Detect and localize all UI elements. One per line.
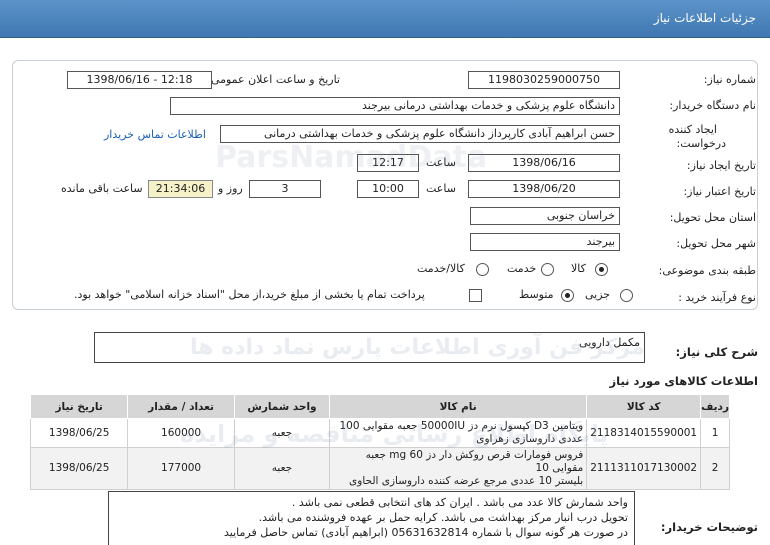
process-type-label: نوع فرآیند خرید : — [678, 291, 756, 304]
table-row[interactable]: 1 2118314015590001 ویتامین D3 کپسول نرم … — [29, 418, 730, 448]
category-option-goods-service: کالا/خدمت — [417, 262, 465, 275]
validity-date-field[interactable]: 1398/06/20 — [468, 180, 620, 198]
buyer-name-label: نام دستگاه خریدار: — [669, 99, 756, 112]
category-option-goods: کالا — [571, 262, 586, 275]
remaining-time-field[interactable]: 21:34:06 — [148, 180, 213, 198]
province-label: استان محل تحویل: — [669, 211, 756, 224]
need-number-label: شماره نیاز: — [703, 73, 756, 86]
validity-date-label: تاریخ اعتبار نیاز: — [683, 185, 756, 198]
col-code: کد کالا — [586, 394, 702, 419]
col-row: ردیف — [700, 394, 730, 419]
city-field[interactable]: بیرجند — [470, 233, 620, 251]
description-field[interactable]: مکمل دارویی — [94, 332, 645, 363]
row-number: 1 — [700, 418, 730, 448]
col-unit: واحد شمارش — [233, 394, 331, 419]
remaining-time-label: ساعت باقی مانده — [61, 182, 143, 195]
process-option-medium: متوسط — [519, 288, 554, 301]
items-table: ردیف کد کالا نام کالا واحد شمارش تعداد /… — [29, 394, 730, 490]
category-radio-service[interactable] — [541, 263, 554, 276]
days-label: روز و — [218, 182, 243, 195]
item-name-line2: عددی داروسازی زهراوی — [476, 433, 584, 445]
item-name: ویتامین D3 کپسول نرم دز 50000IU جعبه مقو… — [329, 418, 588, 448]
create-date-field[interactable]: 1398/06/16 — [468, 154, 620, 172]
creator-field[interactable]: حسن ابراهیم آبادی کارپرداز دانشگاه علوم … — [220, 125, 620, 143]
buyer-note-line: واحد شمارش کالا عدد می باشد . ایران کد ه… — [291, 496, 628, 509]
treasury-payment-note: پرداخت تمام یا بخشی از مبلغ خرید،از محل … — [74, 288, 425, 301]
item-date: 1398/06/25 — [29, 447, 129, 490]
buyer-notes-field[interactable]: واحد شمارش کالا عدد می باشد . ایران کد ه… — [108, 491, 635, 545]
items-table-header: ردیف کد کالا نام کالا واحد شمارش تعداد /… — [29, 394, 730, 419]
item-code: 2118314015590001 — [586, 418, 702, 448]
need-number-field[interactable]: 1198030259000750 — [468, 71, 620, 89]
remaining-days-field[interactable]: 3 — [249, 180, 321, 198]
announce-date-field[interactable]: 1398/06/16 - 12:18 — [67, 71, 212, 89]
create-time-label: ساعت — [426, 156, 456, 169]
col-qty: تعداد / مقدار — [127, 394, 235, 419]
province-field[interactable]: خراسان جنوبی — [470, 207, 620, 225]
category-option-service: خدمت — [507, 262, 537, 275]
items-section-title: اطلاعات کالاهای مورد نیاز — [609, 374, 758, 388]
process-radio-medium[interactable] — [561, 289, 574, 302]
item-unit: جعبه — [233, 418, 331, 448]
item-name: فروس فومارات قرص روکش دار دز 60 mg جعبه … — [329, 447, 588, 490]
col-name: نام کالا — [329, 394, 588, 419]
buyer-notes-label: توضیحات خریدار: — [660, 520, 758, 534]
category-label: طبقه بندی موضوعی: — [658, 264, 756, 277]
buyer-note-line: تحویل درب انبار مرکز بهداشت می باشد. کرا… — [258, 511, 628, 524]
item-date: 1398/06/25 — [29, 418, 129, 448]
creator-label-line2: درخواست: — [676, 137, 726, 150]
create-date-label: تاریخ ایجاد نیاز: — [686, 159, 756, 172]
city-label: شهر محل تحویل: — [676, 237, 756, 250]
buyer-name-field[interactable]: دانشگاه علوم پزشکی و خدمات بهداشتی درمان… — [170, 97, 620, 115]
treasury-payment-checkbox[interactable] — [469, 289, 482, 302]
table-row[interactable]: 2 2111311017130002 فروس فومارات قرص روکش… — [29, 447, 730, 490]
item-unit: جعبه — [233, 447, 331, 490]
category-radio-goods-service[interactable] — [476, 263, 489, 276]
category-radio-goods[interactable] — [595, 263, 608, 276]
page-header: جزئیات اطلاعات نیاز — [0, 0, 770, 38]
process-radio-minor[interactable] — [620, 289, 633, 302]
creator-label-line1: ایجاد کننده — [668, 123, 717, 136]
row-number: 2 — [700, 447, 730, 490]
item-qty: 177000 — [127, 447, 235, 490]
item-qty: 160000 — [127, 418, 235, 448]
description-label: شرح کلی نیاز: — [675, 345, 758, 359]
validity-time-label: ساعت — [426, 182, 456, 195]
item-name-line1: ویتامین D3 کپسول نرم دز 50000IU جعبه مقو… — [339, 420, 584, 432]
announce-date-label: تاریخ و ساعت اعلان عمومی: — [207, 73, 340, 86]
item-name-line2: بلیستر 10 عددی مرجع عرضه کننده داروسازی … — [349, 475, 584, 487]
page-title: جزئیات اطلاعات نیاز — [653, 11, 756, 25]
validity-time-field[interactable]: 10:00 — [357, 180, 419, 198]
buyer-contact-link[interactable]: اطلاعات تماس خریدار — [104, 128, 206, 141]
create-time-field[interactable]: 12:17 — [357, 154, 419, 172]
item-code: 2111311017130002 — [586, 447, 702, 490]
process-option-minor: جزیی — [585, 288, 611, 301]
buyer-note-line: در صورت هر گونه سوال با شماره 0563163281… — [224, 526, 628, 539]
col-date: تاریخ نیاز — [29, 394, 129, 419]
item-name-line1: فروس فومارات قرص روکش دار دز 60 mg جعبه … — [365, 449, 584, 474]
